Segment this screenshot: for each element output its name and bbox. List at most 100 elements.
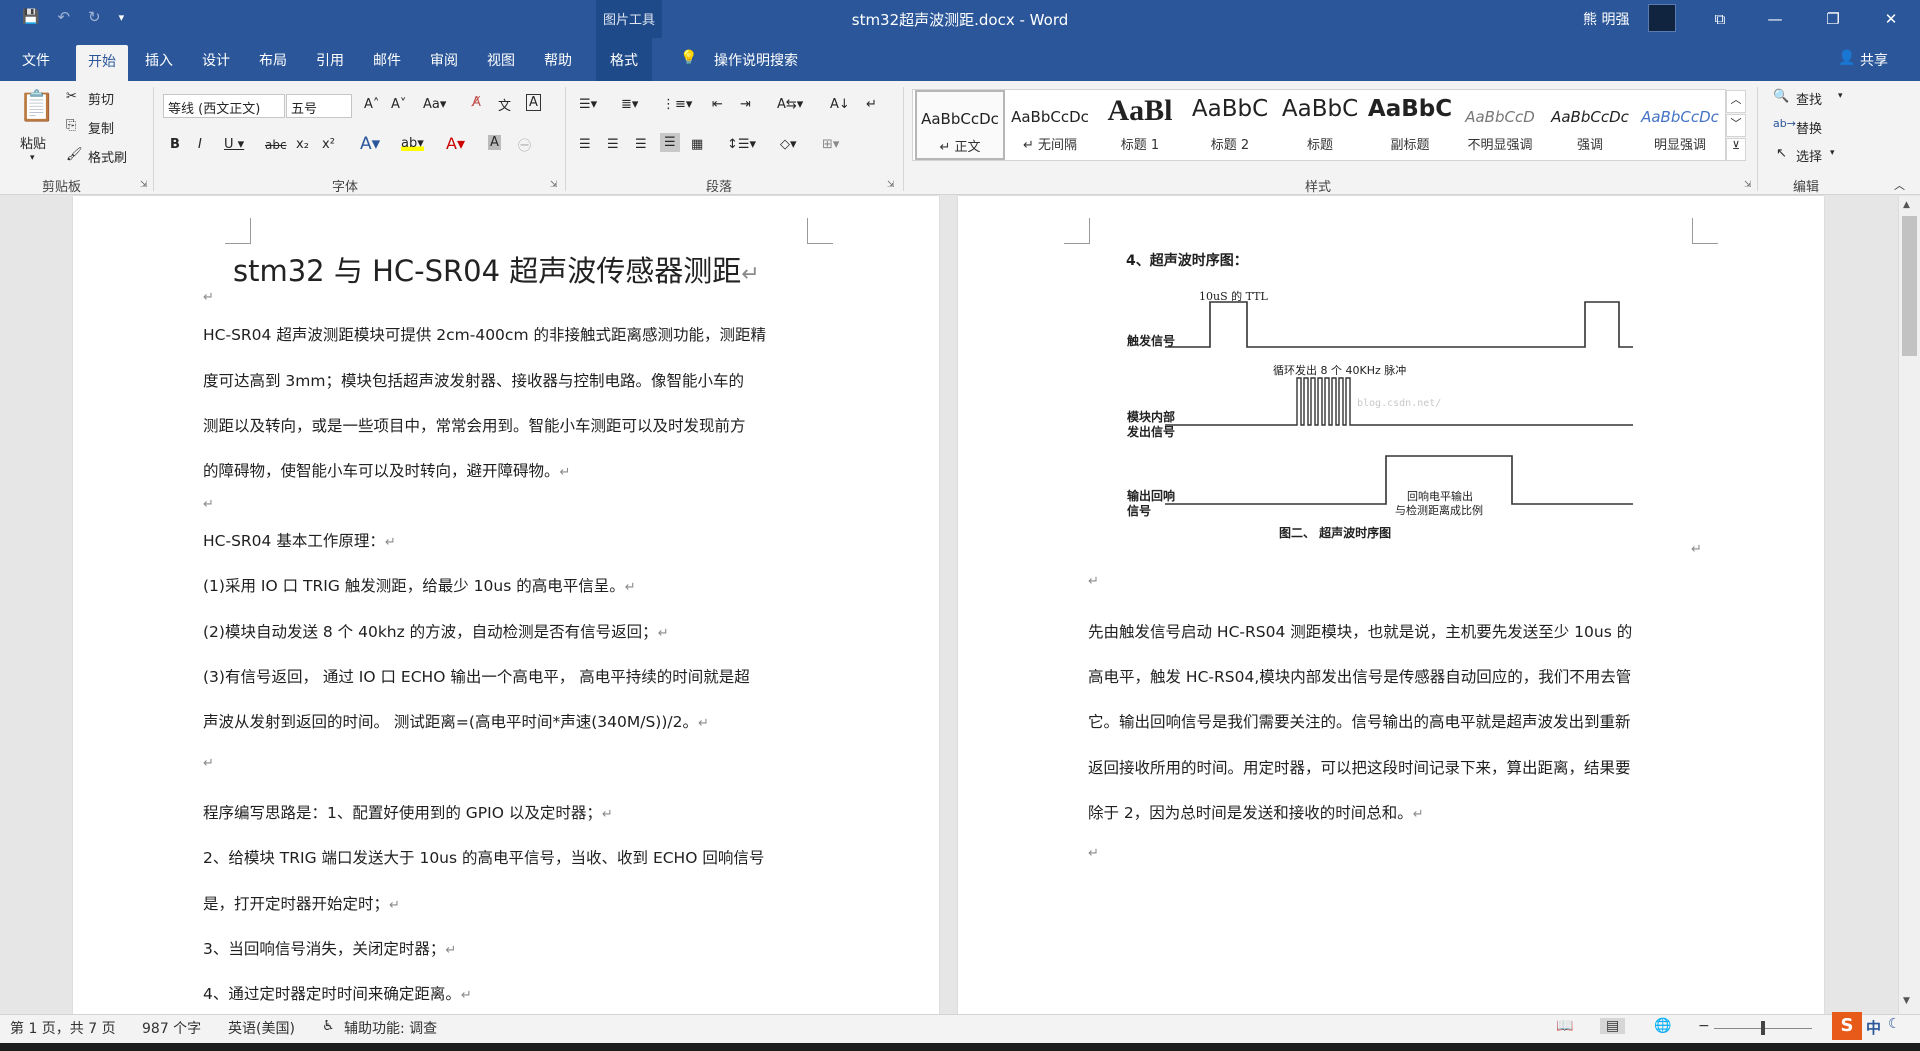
select-dropdown-icon[interactable]: ▾ [1830, 148, 1835, 158]
style-heading-1[interactable]: AaBl 标题 1 [1095, 90, 1185, 160]
scrollbar-thumb[interactable] [1902, 216, 1917, 356]
scroll-up-icon[interactable]: ▲ [1903, 200, 1910, 210]
copy-icon[interactable]: ⎘ [66, 118, 76, 133]
tab-insert[interactable]: 插入 [145, 50, 173, 70]
tab-picture-format[interactable]: 格式 [596, 38, 652, 81]
timing-diagram[interactable]: 10uS 的 TTL 触发信号 循环发出 8 个 40KHz 脉冲 模块内部 发… [1123, 282, 1643, 552]
underline-icon[interactable]: U ▾ [224, 137, 244, 152]
tab-view[interactable]: 视图 [487, 50, 515, 70]
select-icon[interactable]: ↖ [1776, 146, 1787, 161]
paste-button[interactable]: 粘贴 [20, 133, 46, 152]
print-layout-icon[interactable]: ▤ [1600, 1018, 1626, 1034]
increase-indent-icon[interactable]: ⇥ [740, 97, 751, 112]
tab-layout[interactable]: 布局 [259, 50, 287, 70]
vertical-scrollbar[interactable]: ▲ ▼ [1898, 196, 1920, 1014]
style-title[interactable]: AaBbC 标题 [1275, 90, 1365, 160]
tell-me-search[interactable]: 操作说明搜索 [714, 50, 798, 70]
tab-review[interactable]: 审阅 [430, 50, 458, 70]
ime-logo[interactable]: S [1832, 1012, 1862, 1040]
multilevel-list-icon[interactable]: ⋮≡▾ [662, 97, 692, 112]
web-layout-icon[interactable]: 🌐 [1654, 1018, 1671, 1034]
font-color-icon[interactable]: A▾ [446, 134, 465, 153]
tab-references[interactable]: 引用 [316, 50, 344, 70]
tab-design[interactable]: 设计 [202, 50, 230, 70]
line-spacing-icon[interactable]: ↕☰▾ [727, 137, 756, 152]
tab-home[interactable]: 开始 [76, 45, 128, 81]
align-left-icon[interactable]: ☰ [579, 137, 591, 152]
tab-help[interactable]: 帮助 [544, 50, 572, 70]
replace-button[interactable]: 替换 [1796, 118, 1822, 137]
share-icon[interactable]: 👤 [1838, 50, 1855, 66]
italic-icon[interactable]: I [198, 137, 202, 152]
styles-scroll-down-icon[interactable]: ﹀ [1726, 114, 1746, 137]
select-button[interactable]: 选择 [1796, 146, 1822, 165]
minimize-button[interactable]: — [1752, 3, 1798, 35]
avatar[interactable] [1648, 4, 1676, 32]
shrink-font-icon[interactable]: A˅ [391, 97, 406, 112]
read-mode-icon[interactable]: 📖 [1556, 1018, 1573, 1034]
paste-icon[interactable]: 📋 [18, 89, 55, 129]
style-subtitle[interactable]: AaBbC 副标题 [1365, 90, 1455, 160]
sort-icon[interactable]: A↓ [830, 97, 850, 112]
subscript-icon[interactable]: x₂ [296, 137, 309, 152]
asian-layout-icon[interactable]: A⇆▾ [777, 97, 803, 112]
paste-dropdown-icon[interactable]: ▾ [30, 153, 35, 163]
grow-font-icon[interactable]: A˄ [364, 97, 379, 112]
clear-formatting-icon[interactable]: A̸ [472, 95, 481, 110]
styles-more-icon[interactable]: ⊻ [1726, 138, 1746, 161]
font-launcher-icon[interactable]: ⇲ [550, 180, 558, 190]
clipboard-launcher-icon[interactable]: ⇲ [140, 180, 148, 190]
restore-button[interactable]: ❐ [1810, 3, 1856, 35]
language-indicator[interactable]: 英语(美国) [228, 1018, 295, 1038]
collapse-ribbon-icon[interactable]: ︿ [1894, 177, 1905, 193]
tab-mailings[interactable]: 邮件 [373, 50, 401, 70]
styles-scroll-up-icon[interactable]: ︿ [1726, 90, 1746, 113]
strikethrough-icon[interactable]: abc [265, 138, 287, 152]
font-size-box[interactable]: 五号 [286, 94, 352, 118]
highlight-icon[interactable]: ab▾ [401, 136, 424, 151]
find-icon[interactable]: 🔍 [1773, 89, 1789, 104]
styles-launcher-icon[interactable]: ⇲ [1744, 180, 1752, 190]
decrease-indent-icon[interactable]: ⇤ [712, 97, 723, 112]
shading-icon[interactable]: ◇▾ [780, 137, 797, 152]
bullets-icon[interactable]: ☰▾ [579, 97, 597, 112]
copy-button[interactable]: 复制 [88, 118, 114, 137]
user-name[interactable]: 熊 明强 [1583, 9, 1629, 29]
style-no-spacing[interactable]: AaBbCcDc ↵ 无间隔 [1005, 90, 1095, 160]
style-intense-emphasis[interactable]: AaBbCcDc 明显强调 [1635, 90, 1725, 160]
zoom-slider-thumb[interactable] [1761, 1021, 1765, 1035]
bold-icon[interactable]: B [170, 137, 180, 152]
tab-file[interactable]: 文件 [22, 50, 50, 70]
page-2[interactable]: 4、超声波时序图： 10uS 的 TTL 触发信号 循环发出 8 个 40KHz… [958, 196, 1824, 1014]
align-right-icon[interactable]: ☰ [635, 137, 647, 152]
scroll-down-icon[interactable]: ▼ [1903, 996, 1910, 1006]
cut-button[interactable]: 剪切 [88, 89, 114, 108]
center-icon[interactable]: ☰ [607, 137, 619, 152]
borders-icon[interactable]: ⊞▾ [822, 137, 839, 152]
replace-icon[interactable]: ab→ [1773, 117, 1796, 130]
page-1[interactable]: stm32 与 HC-SR04 超声波传感器测距↵ ↵ HC-SR04 超声波测… [73, 196, 939, 1014]
zoom-out-icon[interactable]: − [1698, 1018, 1710, 1034]
style-normal[interactable]: AaBbCcDc ↵ 正文 [915, 90, 1005, 160]
style-emphasis[interactable]: AaBbCcDc 强调 [1545, 90, 1635, 160]
word-count[interactable]: 987 个字 [142, 1018, 201, 1038]
change-case-icon[interactable]: Aa▾ [423, 97, 446, 112]
page-count[interactable]: 第 1 页，共 7 页 [10, 1018, 116, 1038]
enclose-characters-icon[interactable]: ㊀ [518, 135, 531, 154]
close-button[interactable]: ✕ [1868, 3, 1914, 35]
find-button[interactable]: 查找 [1796, 89, 1822, 108]
style-subtle-emphasis[interactable]: AaBbCcD 不明显强调 [1455, 90, 1545, 160]
share-button[interactable]: 共享 [1860, 50, 1888, 70]
font-name-box[interactable]: 等线 (西文正文) [163, 94, 285, 118]
paragraph-launcher-icon[interactable]: ⇲ [887, 180, 895, 190]
character-border-icon[interactable]: A [526, 94, 541, 111]
show-marks-icon[interactable]: ↵ [866, 97, 877, 112]
format-painter-button[interactable]: 格式刷 [88, 147, 127, 166]
justify-icon[interactable]: ☰ [660, 133, 680, 152]
character-shading-icon[interactable]: A [488, 135, 501, 150]
cut-icon[interactable]: ✂ [66, 89, 77, 104]
accessibility-checker[interactable]: 辅助功能: 调查 [344, 1018, 437, 1038]
superscript-icon[interactable]: x² [322, 137, 335, 152]
distributed-icon[interactable]: ▦ [691, 137, 703, 152]
find-dropdown-icon[interactable]: ▾ [1838, 91, 1843, 101]
